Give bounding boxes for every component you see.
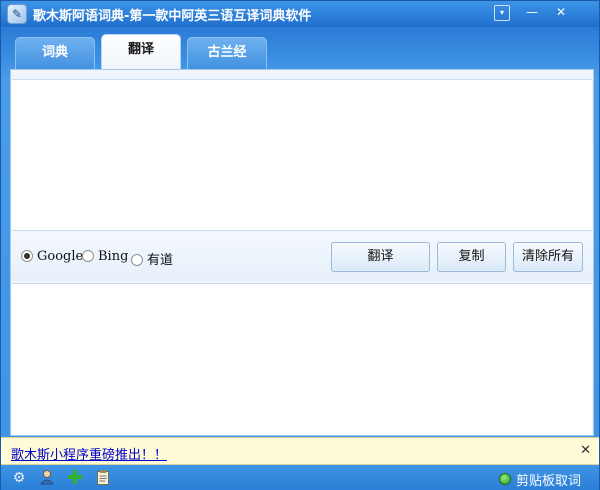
minimize-button[interactable]: —	[524, 5, 540, 21]
clipboard-icon[interactable]	[94, 469, 112, 487]
radio-youdao-icon[interactable]	[131, 254, 143, 266]
tab-quran[interactable]: 古兰经	[187, 37, 267, 71]
notice-bar: 歌木斯小程序重磅推出！！ ✕	[1, 437, 599, 465]
engine-label-bing: Bing	[98, 249, 129, 264]
clear-all-button[interactable]: 清除所有	[513, 242, 583, 272]
engine-option-google[interactable]: Google	[21, 249, 83, 265]
clipboard-capture-label[interactable]: 剪贴板取词	[516, 470, 581, 489]
translation-output[interactable]	[12, 283, 592, 435]
close-button[interactable]: ✕	[553, 5, 569, 21]
engine-label-google: Google	[37, 249, 84, 264]
tab-translate[interactable]: 翻译	[101, 34, 181, 71]
translate-button[interactable]: 翻译	[331, 242, 430, 272]
radio-bing-icon[interactable]	[82, 250, 94, 262]
app-window: ✎ 歌木斯阿语词典-第一款中阿英三语互译词典软件 ▾ — ✕ 词典 翻译 古兰经…	[0, 0, 600, 490]
notice-close-icon[interactable]: ✕	[580, 443, 591, 458]
window-title: 歌木斯阿语词典-第一款中阿英三语互译词典软件	[33, 9, 312, 24]
engine-option-youdao[interactable]: 有道	[131, 249, 174, 268]
gear-icon[interactable]: ⚙	[10, 469, 28, 487]
status-bar: ⚙ 剪贴板取词	[1, 466, 599, 490]
add-icon[interactable]	[66, 469, 84, 487]
copy-button[interactable]: 复制	[437, 242, 506, 272]
clipboard-status-icon	[499, 473, 511, 485]
translate-controls: Google Bing 有道 翻译 复制 清除所有	[11, 233, 593, 281]
promo-link[interactable]: 歌木斯小程序重磅推出！！	[11, 444, 167, 463]
engine-label-youdao: 有道	[147, 253, 174, 268]
tab-dictionary[interactable]: 词典	[15, 37, 95, 71]
dictionary-app-icon: ✎	[7, 4, 27, 24]
translate-panel: Google Bing 有道 翻译 复制 清除所有	[10, 69, 594, 436]
radio-google-icon[interactable]	[21, 250, 33, 262]
source-text-input[interactable]	[12, 79, 592, 231]
title-bar[interactable]: ✎ 歌木斯阿语词典-第一款中阿英三语互译词典软件 ▾ — ✕	[1, 1, 599, 27]
engine-option-bing[interactable]: Bing	[82, 249, 128, 265]
user-icon[interactable]	[38, 469, 56, 487]
menu-dropdown-icon[interactable]: ▾	[494, 5, 510, 21]
